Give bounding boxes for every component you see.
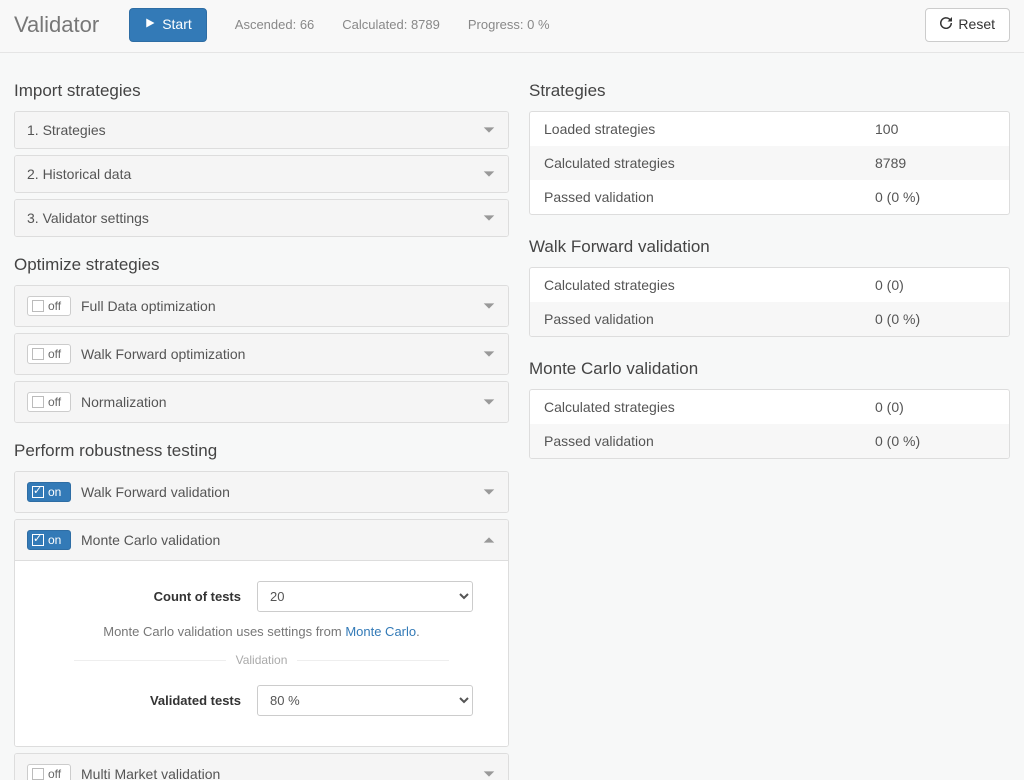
toggle-normalization[interactable]: off	[27, 392, 71, 412]
reset-button-label: Reset	[958, 15, 995, 35]
stat-calculated: Calculated: 8789	[342, 17, 440, 32]
table-row: Calculated strategies8789	[530, 146, 1009, 180]
accordion-wf-opt[interactable]: off Walk Forward optimization	[15, 334, 508, 374]
start-button[interactable]: Start	[129, 8, 207, 42]
chevron-up-icon	[482, 533, 496, 547]
table-row: Calculated strategies0 (0)	[530, 268, 1009, 302]
table-row: Passed validation0 (0 %)	[530, 180, 1009, 214]
validated-tests-label: Validated tests	[27, 693, 257, 708]
accordion-multi-market[interactable]: off Multi Market validation	[15, 754, 508, 780]
page-title: Validator	[14, 12, 99, 38]
accordion-validator-settings[interactable]: 3. Validator settings	[15, 200, 508, 236]
chevron-down-icon	[482, 299, 496, 313]
mc-stats-table: Calculated strategies0 (0) Passed valida…	[529, 389, 1010, 459]
table-row: Loaded strategies100	[530, 112, 1009, 146]
chevron-down-icon	[482, 485, 496, 499]
chevron-down-icon	[482, 395, 496, 409]
toggle-wf-validation[interactable]: on	[27, 482, 71, 502]
stat-ascended: Ascended: 66	[235, 17, 315, 32]
import-heading: Import strategies	[14, 81, 509, 101]
play-icon	[144, 15, 156, 35]
table-row: Passed validation0 (0 %)	[530, 302, 1009, 336]
count-tests-label: Count of tests	[27, 589, 257, 604]
chevron-down-icon	[482, 123, 496, 137]
strategies-stats-heading: Strategies	[529, 81, 1010, 101]
accordion-mc-validation[interactable]: on Monte Carlo validation	[15, 520, 508, 560]
table-row: Calculated strategies0 (0)	[530, 390, 1009, 424]
chevron-down-icon	[482, 767, 496, 780]
topbar: Validator Start Ascended: 66 Calculated:…	[0, 0, 1024, 53]
mc-note: Monte Carlo validation uses settings fro…	[27, 624, 496, 639]
strategies-stats-table: Loaded strategies100 Calculated strategi…	[529, 111, 1010, 215]
chevron-down-icon	[482, 211, 496, 225]
start-button-label: Start	[162, 15, 192, 35]
toggle-multi-market[interactable]: off	[27, 764, 71, 780]
robust-heading: Perform robustness testing	[14, 441, 509, 461]
validated-tests-select[interactable]: 80 %	[257, 685, 473, 716]
reset-button[interactable]: Reset	[925, 8, 1010, 42]
chevron-down-icon	[482, 167, 496, 181]
wf-stats-heading: Walk Forward validation	[529, 237, 1010, 257]
mc-stats-heading: Monte Carlo validation	[529, 359, 1010, 379]
toggle-wf-opt[interactable]: off	[27, 344, 71, 364]
stat-progress: Progress: 0 %	[468, 17, 550, 32]
wf-stats-table: Calculated strategies0 (0) Passed valida…	[529, 267, 1010, 337]
refresh-icon	[940, 15, 952, 35]
count-tests-select[interactable]: 20	[257, 581, 473, 612]
accordion-full-data-opt[interactable]: off Full Data optimization	[15, 286, 508, 326]
toggle-full-data-opt[interactable]: off	[27, 296, 71, 316]
chevron-down-icon	[482, 347, 496, 361]
accordion-wf-validation[interactable]: on Walk Forward validation	[15, 472, 508, 512]
accordion-historical-data[interactable]: 2. Historical data	[15, 156, 508, 192]
table-row: Passed validation0 (0 %)	[530, 424, 1009, 458]
toggle-mc-validation[interactable]: on	[27, 530, 71, 550]
accordion-normalization[interactable]: off Normalization	[15, 382, 508, 422]
mc-validation-body: Count of tests 20 Monte Carlo validation…	[15, 560, 508, 746]
validation-divider: Validation	[27, 653, 496, 667]
optimize-heading: Optimize strategies	[14, 255, 509, 275]
monte-carlo-link[interactable]: Monte Carlo	[345, 624, 416, 639]
accordion-strategies[interactable]: 1. Strategies	[15, 112, 508, 148]
